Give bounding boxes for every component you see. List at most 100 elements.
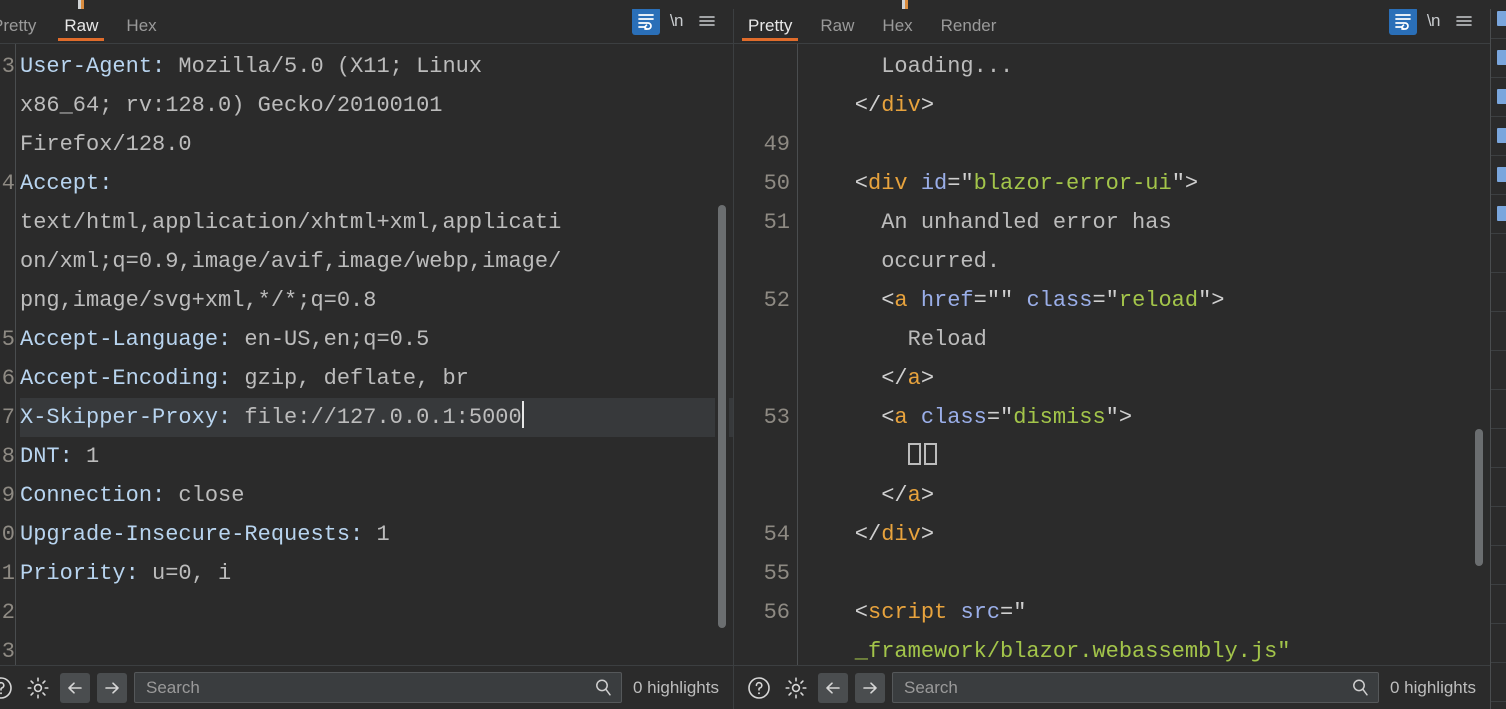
code-line[interactable]: X-Skipper-Proxy: file://127.0.0.1:5000 bbox=[20, 398, 733, 437]
response-search-field[interactable] bbox=[892, 672, 1379, 703]
code-line[interactable]: on/xml;q=0.9,image/avif,image/webp,image… bbox=[20, 242, 733, 281]
list-item[interactable] bbox=[1491, 663, 1506, 702]
code-line[interactable]: <div id="blazor-error-ui"> bbox=[802, 164, 1490, 203]
code-line[interactable]: Priority: u=0, i bbox=[20, 554, 733, 593]
list-item[interactable] bbox=[1491, 234, 1506, 273]
code-line[interactable]: </div> bbox=[802, 515, 1490, 554]
list-item[interactable] bbox=[1491, 585, 1506, 624]
code-line[interactable]: </a> bbox=[802, 476, 1490, 515]
magnifier-icon[interactable] bbox=[593, 677, 614, 698]
response-editor[interactable]: 49 50 51 52 53 54 55 56 Loading... </div> <d… bbox=[734, 44, 1490, 665]
search-prev-button[interactable] bbox=[818, 672, 848, 703]
tab-response-render[interactable]: Render bbox=[927, 17, 1011, 43]
list-item[interactable] bbox=[1491, 312, 1506, 351]
help-circle-icon[interactable] bbox=[744, 673, 774, 703]
tab-request-hex[interactable]: Hex bbox=[112, 17, 170, 43]
code-token: ="" bbox=[973, 288, 1027, 313]
word-wrap-icon[interactable] bbox=[631, 7, 660, 35]
code-line[interactable] bbox=[802, 437, 1490, 476]
list-item[interactable] bbox=[1491, 195, 1506, 234]
hamburger-menu-icon[interactable] bbox=[1450, 7, 1478, 35]
code-line[interactable] bbox=[802, 554, 1490, 593]
clipped-list-panel[interactable] bbox=[1490, 0, 1506, 709]
code-line[interactable]: Connection: close bbox=[20, 476, 733, 515]
code-line[interactable] bbox=[802, 125, 1490, 164]
list-item[interactable] bbox=[1491, 156, 1506, 195]
code-line[interactable]: Accept-Language: en-US,en;q=0.5 bbox=[20, 320, 733, 359]
tab-request-pretty[interactable]: Pretty bbox=[0, 17, 50, 43]
hamburger-menu-icon[interactable] bbox=[693, 7, 721, 35]
list-item[interactable] bbox=[1491, 351, 1506, 390]
list-item[interactable] bbox=[1491, 429, 1506, 468]
response-line-numbers: 49 50 51 52 53 54 55 56 bbox=[742, 44, 798, 665]
code-line[interactable]: <a class="dismiss"> bbox=[802, 398, 1490, 437]
list-item[interactable] bbox=[1491, 117, 1506, 156]
list-item[interactable] bbox=[1491, 507, 1506, 546]
request-code[interactable]: User-Agent: Mozilla/5.0 (X11; Linux x86_6… bbox=[16, 44, 733, 665]
request-scrollbar-thumb[interactable] bbox=[718, 205, 726, 628]
code-line[interactable]: <script src=" bbox=[802, 593, 1490, 632]
code-line[interactable]: </a> bbox=[802, 359, 1490, 398]
tab-response-raw[interactable]: Raw bbox=[806, 17, 868, 43]
code-token: Accept-Language: bbox=[20, 327, 232, 352]
line-number bbox=[0, 86, 15, 125]
request-vertical-scrollbar[interactable] bbox=[715, 44, 729, 665]
response-vertical-scrollbar[interactable] bbox=[1472, 44, 1486, 665]
request-search-field[interactable] bbox=[134, 672, 622, 703]
code-line[interactable]: Loading... bbox=[802, 47, 1490, 86]
code-line[interactable]: An unhandled error has bbox=[802, 203, 1490, 242]
list-item[interactable] bbox=[1491, 624, 1506, 663]
tab-request-raw[interactable]: Raw bbox=[50, 17, 112, 43]
show-newlines-icon[interactable]: \n bbox=[670, 11, 684, 31]
list-item[interactable] bbox=[1491, 39, 1506, 78]
code-line[interactable]: User-Agent: Mozilla/5.0 (X11; Linux bbox=[20, 47, 733, 86]
code-line[interactable]: DNT: 1 bbox=[20, 437, 733, 476]
code-line[interactable]: x86_64; rv:128.0) Gecko/20100101 bbox=[20, 86, 733, 125]
show-newlines-icon[interactable]: \n bbox=[1427, 11, 1441, 31]
code-token: < bbox=[802, 405, 895, 430]
code-line[interactable]: text/html,application/xhtml+xml,applicat… bbox=[20, 203, 733, 242]
line-number: 49 bbox=[763, 132, 790, 157]
list-item[interactable] bbox=[1491, 546, 1506, 585]
response-search-input[interactable] bbox=[902, 676, 1350, 699]
line-number bbox=[742, 437, 790, 476]
request-tabstrip-actions: \n bbox=[631, 7, 727, 43]
search-prev-button[interactable] bbox=[60, 672, 90, 703]
list-item[interactable] bbox=[1491, 0, 1506, 39]
gear-icon[interactable] bbox=[781, 673, 811, 703]
tab-response-pretty[interactable]: Pretty bbox=[734, 17, 806, 43]
code-token: close bbox=[165, 483, 245, 508]
code-line[interactable]: png,image/svg+xml,*/*;q=0.8 bbox=[20, 281, 733, 320]
code-line[interactable]: </div> bbox=[802, 86, 1490, 125]
help-circle-icon[interactable] bbox=[0, 673, 16, 703]
request-editor[interactable]: 3 4 5 6 7 8 9 0 1 2 3 User-Agent: Mozilla/5.0 (X… bbox=[0, 44, 733, 665]
line-number bbox=[0, 125, 15, 164]
code-line[interactable]: Accept: bbox=[20, 164, 733, 203]
request-search-input[interactable] bbox=[144, 676, 593, 699]
search-next-button[interactable] bbox=[855, 672, 885, 703]
code-line[interactable]: Reload bbox=[802, 320, 1490, 359]
list-item[interactable] bbox=[1491, 78, 1506, 117]
code-line[interactable]: _framework/blazor.webassembly.js" bbox=[802, 632, 1490, 665]
code-token: 1 bbox=[72, 444, 100, 469]
list-item[interactable] bbox=[1491, 468, 1506, 507]
list-item[interactable] bbox=[1491, 273, 1506, 312]
list-item[interactable] bbox=[1491, 390, 1506, 429]
tab-response-hex[interactable]: Hex bbox=[868, 17, 926, 43]
gear-icon[interactable] bbox=[23, 673, 53, 703]
response-scrollbar-thumb[interactable] bbox=[1475, 429, 1483, 566]
code-line[interactable]: Firefox/128.0 bbox=[20, 125, 733, 164]
code-line[interactable] bbox=[20, 632, 733, 665]
code-line[interactable]: Upgrade-Insecure-Requests: 1 bbox=[20, 515, 733, 554]
code-line[interactable]: occurred. bbox=[802, 242, 1490, 281]
word-wrap-icon[interactable] bbox=[1388, 7, 1417, 35]
magnifier-icon[interactable] bbox=[1350, 677, 1371, 698]
code-line[interactable] bbox=[20, 593, 733, 632]
line-number: 7 bbox=[1, 405, 15, 430]
line-number: 8 bbox=[1, 444, 15, 469]
code-line[interactable]: Accept-Encoding: gzip, deflate, br bbox=[20, 359, 733, 398]
response-code[interactable]: Loading... </div> <div id="blazor-error-… bbox=[798, 44, 1490, 665]
search-next-button[interactable] bbox=[97, 672, 127, 703]
code-line[interactable]: <a href="" class="reload"> bbox=[802, 281, 1490, 320]
